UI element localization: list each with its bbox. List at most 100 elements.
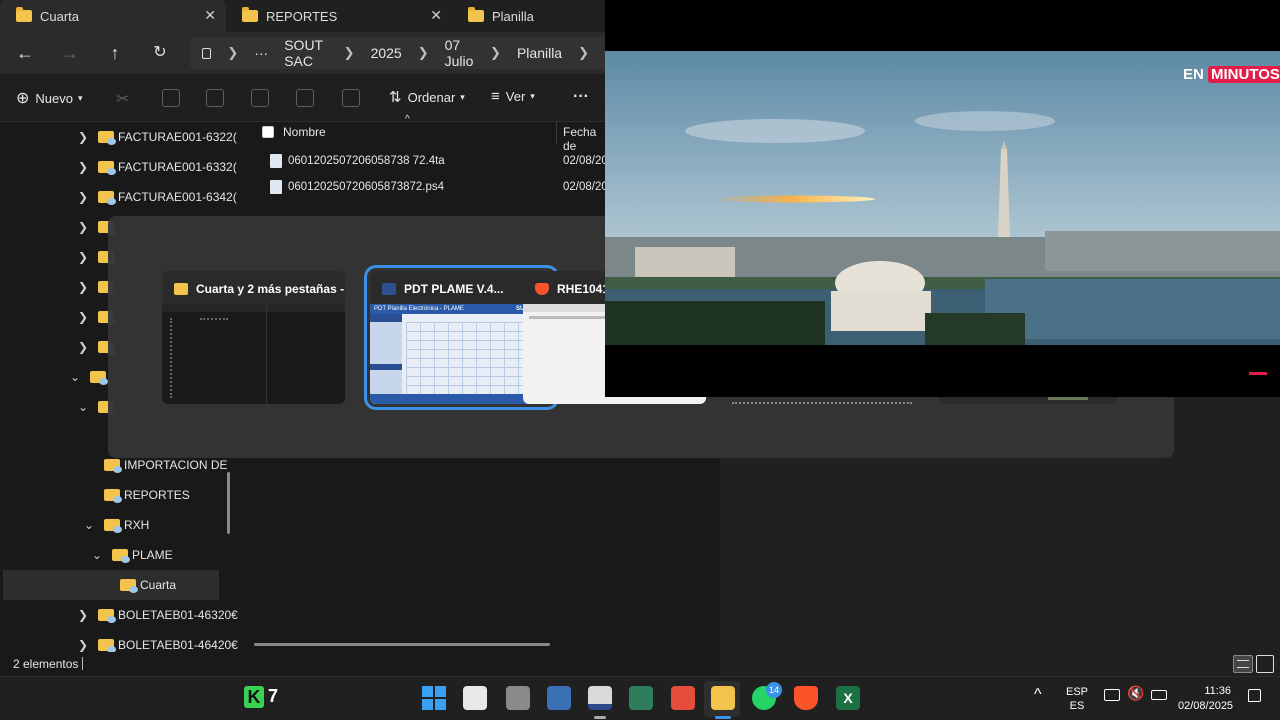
- tree-item[interactable]: ⌄ PLAME: [90, 540, 173, 570]
- address-bar[interactable]: ❯ ··· SOUT SAC ❯ 2025 ❯ 07 Julio ❯ Plani…: [190, 37, 605, 69]
- copy-icon[interactable]: [162, 89, 180, 107]
- k-app-icon: K: [244, 686, 264, 708]
- column-divider: [556, 122, 557, 144]
- switcher-card-explorer[interactable]: Cuarta y 2 más pestañas -...: [162, 271, 345, 404]
- tree-item[interactable]: ❯ BOLETAEB01-46320€: [76, 600, 238, 630]
- language-indicator[interactable]: ESP ES: [1066, 685, 1088, 713]
- tree-item-label: IMPORTACION DE: [124, 458, 228, 472]
- folder-icon: [90, 371, 108, 385]
- language-code: ESP: [1066, 686, 1089, 698]
- pdt-menu-item: [370, 314, 402, 322]
- share-icon[interactable]: [296, 89, 314, 107]
- close-icon[interactable]: ✕: [430, 7, 442, 24]
- chevron-right-icon: ❯: [77, 220, 89, 234]
- tiles-view-toggle[interactable]: [1256, 655, 1274, 673]
- breadcrumb-item[interactable]: SOUT SAC: [284, 37, 327, 69]
- brave-browser-icon[interactable]: [794, 686, 818, 710]
- tree-item[interactable]: ❯ FACTURAE001-6342(: [76, 182, 237, 212]
- chevron-right-icon: ❯: [77, 608, 89, 622]
- tree-item[interactable]: ⌄ RXH: [82, 510, 149, 540]
- chevron-up-icon[interactable]: ^: [1034, 686, 1042, 704]
- video-player[interactable]: EN MINUTOS: [605, 0, 1280, 397]
- tree-item-label: FACTURAE001-6342(: [118, 190, 237, 204]
- back-button[interactable]: ←: [13, 41, 37, 65]
- brave-icon: [535, 283, 549, 295]
- card-title: PDT PLAME V.4...: [382, 282, 504, 296]
- breadcrumb-item[interactable]: 2025: [371, 45, 402, 61]
- notifications-icon[interactable]: [1248, 689, 1261, 702]
- more-options-button[interactable]: ···: [573, 88, 589, 106]
- desktop: Cuarta ✕ REPORTES ✕ Planilla ← → ↑ ↻ ❯ ·…: [0, 0, 1280, 720]
- breadcrumb-item[interactable]: Planilla: [517, 45, 562, 61]
- window-thumbnail: [162, 304, 345, 404]
- start-tile: [435, 686, 446, 697]
- select-all-checkbox[interactable]: [262, 126, 274, 138]
- cut-icon[interactable]: ✂: [116, 89, 134, 108]
- switcher-card-hidden[interactable]: [732, 396, 912, 404]
- file-explorer-icon[interactable]: [711, 686, 735, 710]
- breadcrumb-item[interactable]: 07 Julio: [445, 37, 474, 69]
- tree-item[interactable]: ⌄: [68, 362, 110, 392]
- paste-icon[interactable]: [206, 89, 224, 107]
- start-tile: [422, 686, 433, 697]
- more-icon: ···: [573, 88, 589, 105]
- tab-label: Cuarta: [40, 8, 80, 24]
- excel-icon[interactable]: X: [836, 686, 860, 710]
- horizontal-scrollbar[interactable]: [254, 643, 550, 646]
- column-name[interactable]: Nombre: [283, 125, 326, 139]
- tab-cuarta[interactable]: Cuarta ✕: [0, 0, 226, 32]
- sidebar-scrollbar[interactable]: [227, 472, 230, 534]
- tab-reportes[interactable]: REPORTES ✕: [226, 0, 452, 32]
- sort-button[interactable]: ⇅ Ordenar ▾: [389, 88, 465, 106]
- stack-app-icon[interactable]: [629, 686, 653, 710]
- close-icon[interactable]: ✕: [204, 7, 216, 24]
- tree-item-selected[interactable]: Cuarta: [3, 570, 219, 600]
- chevron-right-icon: ❯: [578, 45, 589, 60]
- widget-k7[interactable]: K 7: [244, 686, 284, 710]
- up-button[interactable]: ↑: [103, 41, 127, 65]
- keyboard-layout: ES: [1069, 700, 1085, 712]
- chevron-up-icon: ^: [405, 114, 410, 125]
- chevron-down-icon: ▾: [460, 91, 465, 102]
- refresh-button[interactable]: ↻: [148, 41, 172, 65]
- network-icon[interactable]: [1104, 689, 1120, 701]
- folder-icon: [98, 609, 116, 623]
- forward-button[interactable]: →: [58, 41, 82, 65]
- column-date[interactable]: Fecha de: [563, 125, 605, 153]
- taskbar: K 7 14 X ^ ESP ES 🔇 11:36 02/08/2025: [0, 676, 1280, 720]
- start-tile: [435, 699, 446, 710]
- tree-item[interactable]: ❯ FACTURAE001-6322(: [76, 122, 237, 152]
- rename-icon[interactable]: [251, 89, 269, 107]
- sunat-app-icon[interactable]: [547, 686, 571, 710]
- delete-icon[interactable]: [342, 89, 360, 107]
- calculator-icon[interactable]: [506, 686, 530, 710]
- new-button[interactable]: ⊕ Nuevo ▾: [16, 88, 83, 108]
- details-view-toggle[interactable]: [1233, 655, 1253, 673]
- speaker-muted-icon[interactable]: 🔇: [1127, 685, 1144, 702]
- tree-item[interactable]: REPORTES: [104, 480, 190, 510]
- tree-item[interactable]: ❯ FACTURAE001-6332(: [76, 152, 237, 182]
- active-indicator: [715, 716, 731, 719]
- monitor-icon: [202, 47, 212, 59]
- pdt-plame-icon[interactable]: [588, 686, 612, 710]
- folder-icon: [98, 131, 116, 145]
- file-name: 0601202507206058738 72.4ta: [288, 155, 445, 167]
- document-app-icon[interactable]: [463, 686, 487, 710]
- anydesk-icon[interactable]: [671, 686, 695, 710]
- tree-item-label: BOLETAEB01-46320€: [118, 608, 238, 622]
- chevron-right-icon: ❯: [417, 45, 429, 60]
- watermark-en: EN: [1183, 66, 1204, 83]
- file-row[interactable]: 0601202507206058738 72.4ta: [270, 154, 445, 168]
- view-button[interactable]: ≡ Ver ▾: [491, 88, 535, 105]
- sort-icon: ⇅: [389, 89, 402, 106]
- chevron-right-icon: ❯: [77, 160, 89, 174]
- file-row[interactable]: 060120250720605873872.ps4: [270, 180, 444, 194]
- windows-start-icon[interactable]: [422, 686, 446, 710]
- battery-icon[interactable]: [1151, 690, 1167, 700]
- progress-marker: [1249, 372, 1267, 375]
- clock[interactable]: 11:36 02/08/2025: [1178, 684, 1233, 714]
- breadcrumb-ellipsis[interactable]: ···: [254, 45, 268, 61]
- tab-planilla[interactable]: Planilla: [452, 0, 605, 32]
- folder-icon: [468, 7, 484, 22]
- tab-label: Planilla: [492, 8, 534, 24]
